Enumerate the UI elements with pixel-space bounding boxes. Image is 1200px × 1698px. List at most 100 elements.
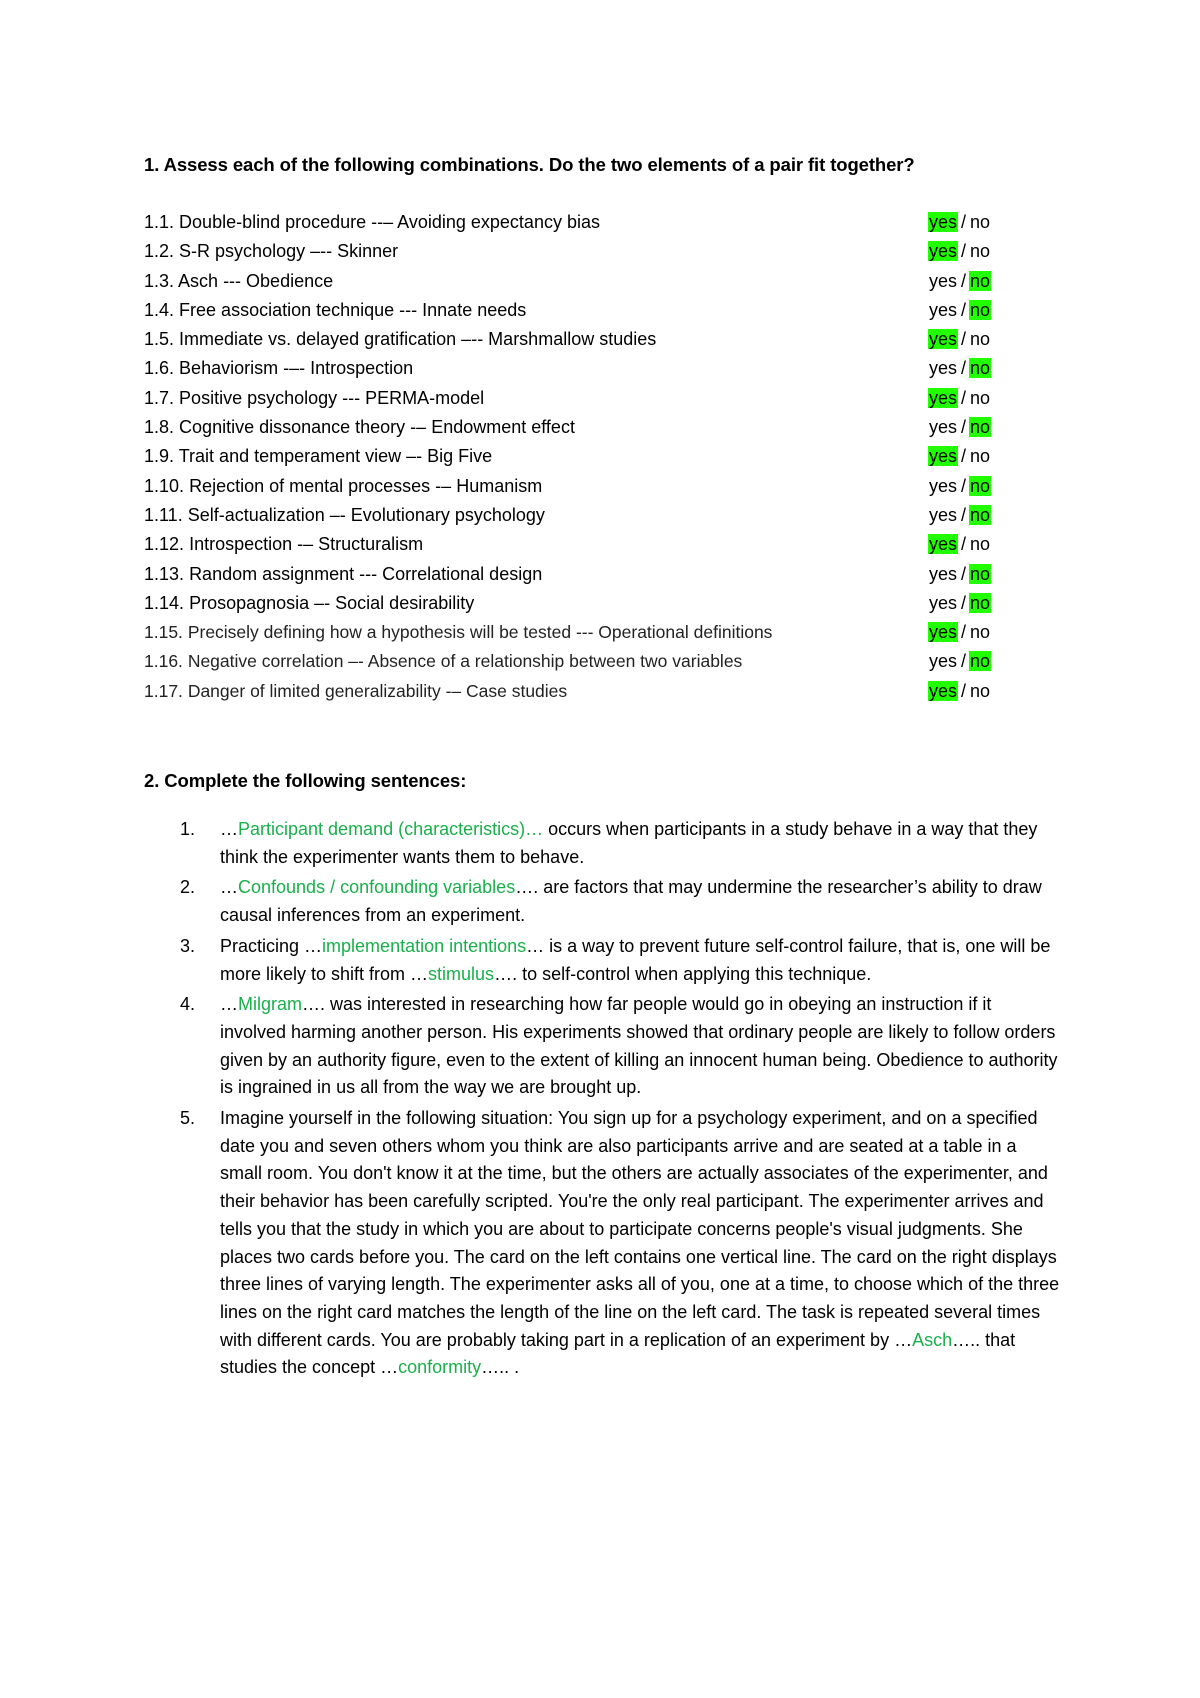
- option-no[interactable]: no: [969, 563, 992, 584]
- pair-text: 1.10. Rejection of mental processes -– H…: [144, 474, 542, 498]
- option-no[interactable]: no: [969, 651, 992, 672]
- filled-answer: Milgram: [238, 994, 303, 1015]
- filled-answer: Participant demand (characteristics)…: [238, 819, 544, 839]
- answer-choice: yes / no: [928, 356, 992, 380]
- pair-text: 1.1. Double-blind procedure --– Avoiding…: [144, 210, 600, 234]
- pair-item: 1.2. S-R psychology –-- Skinner yes / no: [144, 239, 1024, 268]
- option-yes[interactable]: yes: [928, 680, 959, 701]
- option-yes[interactable]: yes: [928, 446, 959, 467]
- option-yes[interactable]: yes: [928, 300, 958, 320]
- filled-answer: conformity: [398, 1357, 482, 1378]
- option-no[interactable]: no: [969, 681, 991, 701]
- pair-text: 1.15. Precisely defining how a hypothesi…: [144, 620, 772, 644]
- pair-text: 1.7. Positive psychology --- PERMA-model: [144, 386, 484, 410]
- option-yes[interactable]: yes: [928, 417, 958, 437]
- answer-choice: yes / no: [928, 591, 992, 615]
- sentence-text: ….. .: [481, 1357, 520, 1378]
- option-no[interactable]: no: [969, 212, 991, 232]
- pair-text: 1.8. Cognitive dissonance theory -– Endo…: [144, 415, 575, 439]
- option-separator: /: [961, 651, 967, 672]
- sentence-text: …: [220, 819, 238, 839]
- pair-label: Rejection of mental processes -– Humanis…: [189, 475, 543, 496]
- option-separator: /: [961, 622, 967, 643]
- sentence-number: 5.: [180, 1108, 196, 1129]
- pair-text: 1.17. Danger of limited generalizability…: [144, 679, 567, 703]
- pair-item: 1.13. Random assignment --- Correlationa…: [144, 562, 1024, 591]
- pair-item: 1.16. Negative correlation –- Absence of…: [144, 649, 1024, 678]
- option-no[interactable]: no: [969, 241, 991, 261]
- pair-number: 1.11.: [144, 504, 183, 525]
- filled-answer: Asch: [912, 1329, 953, 1350]
- option-separator: /: [961, 504, 967, 525]
- option-no[interactable]: no: [969, 388, 991, 408]
- option-no[interactable]: no: [969, 270, 992, 291]
- sentence-item: 3. Practicing …implementation intentions ……: [180, 933, 1060, 988]
- pair-text: 1.5. Immediate vs. delayed gratification…: [144, 327, 656, 351]
- option-no[interactable]: no: [969, 446, 991, 466]
- option-no[interactable]: no: [969, 534, 991, 554]
- pair-number: 1.3.: [144, 270, 175, 291]
- option-no[interactable]: no: [969, 504, 992, 525]
- sentence-text: …: [220, 994, 238, 1015]
- option-no[interactable]: no: [969, 475, 992, 496]
- sentence-number: 4.: [180, 994, 196, 1015]
- pair-number: 1.4.: [144, 299, 175, 320]
- pair-item: 1.5. Immediate vs. delayed gratification…: [144, 327, 1024, 356]
- option-yes[interactable]: yes: [928, 271, 958, 291]
- option-no[interactable]: no: [969, 358, 992, 379]
- answer-choice: yes / no: [928, 474, 992, 498]
- pair-number: 1.12.: [144, 534, 185, 555]
- pair-label: Asch --- Obedience: [178, 270, 334, 291]
- pair-number: 1.2.: [144, 241, 175, 262]
- option-yes[interactable]: yes: [928, 564, 958, 584]
- sentence-item: 1. …Participant demand (characteristics)……: [180, 816, 1060, 871]
- option-yes[interactable]: yes: [928, 651, 958, 671]
- pair-number: 1.7.: [144, 387, 175, 408]
- pair-label: Immediate vs. delayed gratification –-- …: [179, 329, 657, 350]
- option-yes[interactable]: yes: [928, 534, 959, 555]
- answer-choice: yes / no: [928, 649, 992, 673]
- pair-label: Free association technique --- Innate ne…: [179, 299, 527, 320]
- sentence-item: 4. …Milgram…. was interested in researchi…: [180, 991, 1060, 1102]
- option-yes[interactable]: yes: [928, 358, 958, 378]
- option-no[interactable]: no: [969, 329, 991, 349]
- option-no[interactable]: no: [969, 592, 992, 613]
- pair-item: 1.17. Danger of limited generalizability…: [144, 679, 1024, 708]
- sentence-text: …. was interested in researching how far…: [220, 994, 1058, 1098]
- pair-label: Trait and temperament view –- Big Five: [178, 446, 493, 467]
- pair-text: 1.16. Negative correlation –- Absence of…: [144, 649, 742, 673]
- option-yes[interactable]: yes: [928, 387, 959, 408]
- option-yes[interactable]: yes: [928, 505, 958, 525]
- option-yes[interactable]: yes: [928, 241, 959, 262]
- pair-text: 1.12. Introspection -– Structuralism: [144, 532, 423, 556]
- sentence-text: …. to self-control when applying this te…: [494, 963, 872, 984]
- option-yes[interactable]: yes: [928, 622, 959, 643]
- pair-label: Cognitive dissonance theory -– Endowment…: [179, 417, 575, 438]
- pair-number: 1.16.: [144, 651, 183, 672]
- option-separator: /: [961, 212, 967, 232]
- answer-choice: yes / no: [928, 386, 991, 410]
- option-yes[interactable]: yes: [928, 329, 959, 350]
- option-separator: /: [961, 680, 967, 701]
- pair-number: 1.15.: [144, 622, 183, 643]
- pair-item: 1.14. Prosopagnosia –- Social desirabili…: [144, 591, 1024, 620]
- option-yes[interactable]: yes: [928, 212, 959, 232]
- option-no[interactable]: no: [969, 299, 992, 320]
- option-yes[interactable]: yes: [928, 593, 958, 613]
- option-no[interactable]: no: [969, 417, 992, 438]
- pair-text: 1.4. Free association technique --- Inna…: [144, 298, 526, 322]
- pair-label: S-R psychology –-- Skinner: [179, 241, 399, 262]
- pair-text: 1.9. Trait and temperament view –- Big F…: [144, 444, 492, 468]
- filled-answer: implementation intentions: [322, 935, 527, 956]
- option-separator: /: [961, 446, 967, 467]
- pair-number: 1.8.: [144, 417, 175, 438]
- option-no[interactable]: no: [969, 622, 991, 642]
- sentence-text: Practicing …: [220, 935, 323, 956]
- pair-label: Precisely defining how a hypothesis will…: [187, 622, 773, 643]
- option-separator: /: [961, 329, 967, 350]
- option-separator: /: [961, 592, 967, 613]
- filled-answer: Confounds / confounding variables: [238, 877, 516, 898]
- sentence-number: 2.: [180, 877, 196, 898]
- option-separator: /: [961, 299, 967, 320]
- option-yes[interactable]: yes: [928, 476, 958, 496]
